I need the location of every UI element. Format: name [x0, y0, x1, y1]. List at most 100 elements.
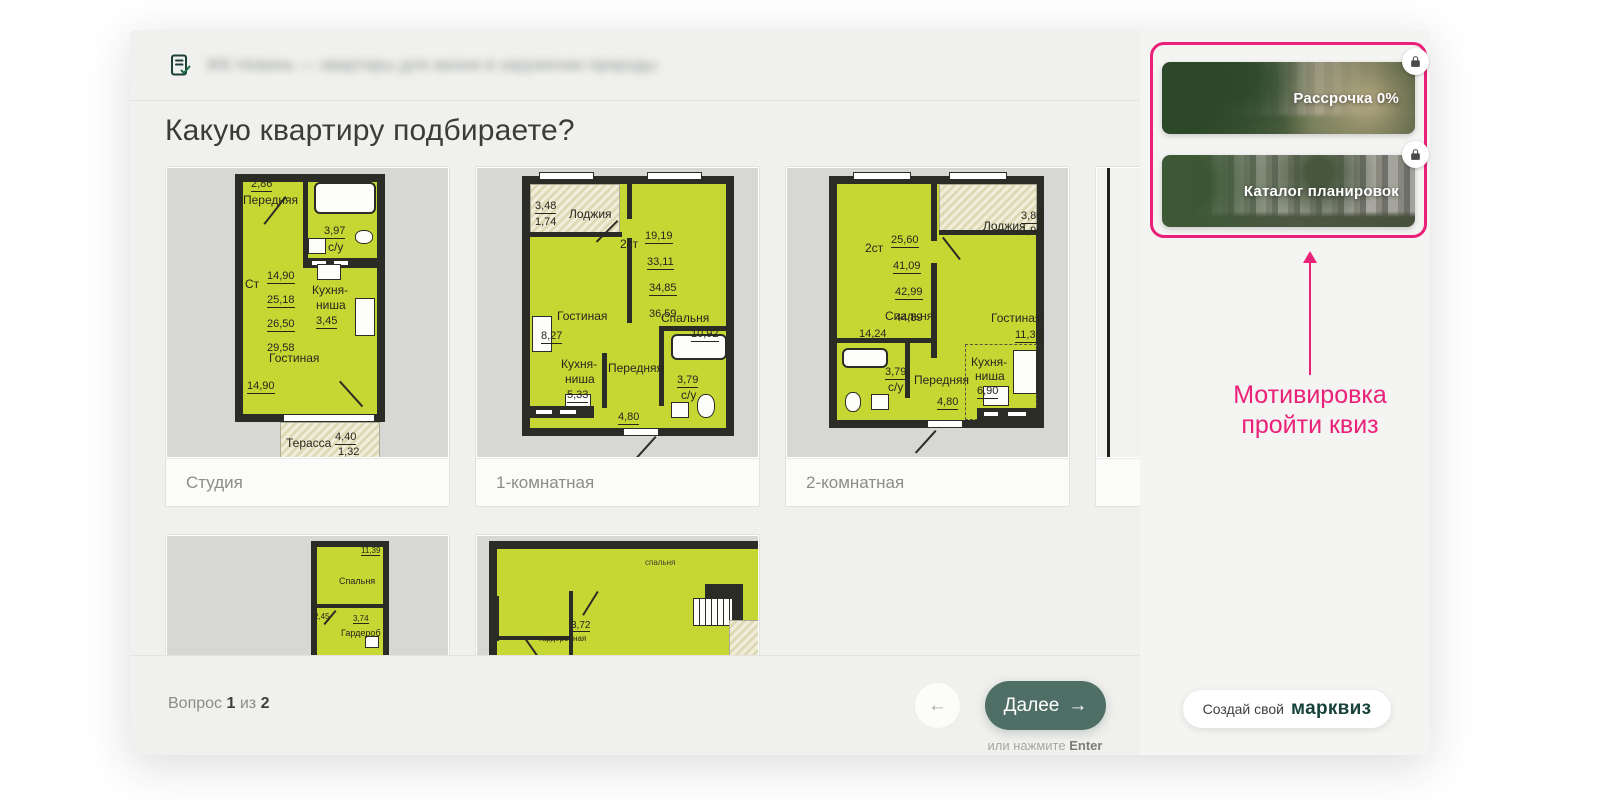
room-label: с/у: [328, 241, 343, 254]
enter-hint-text: или нажмите: [988, 738, 1066, 753]
window: [949, 172, 1007, 180]
area-value: 19,19: [645, 230, 673, 244]
room-label: Лоджия: [569, 208, 612, 221]
area-value: 11,36: [1015, 329, 1042, 343]
wall: [303, 182, 308, 230]
room-label: Передняя: [243, 194, 298, 207]
counter-middle: из: [240, 695, 256, 712]
answer-card-partial-left[interactable]: 11,39 Спальня 2,45 3,74 Гардероб: [165, 534, 450, 655]
area-value: 3,45: [316, 315, 337, 329]
cards-row-2: 11,39 Спальня 2,45 3,74 Гардероб: [165, 534, 1140, 655]
room-label: Гардероб: [341, 628, 381, 638]
answer-card-partial-right[interactable]: спальня 3,72 гардеробная: [475, 534, 760, 655]
sink-icon: [355, 230, 373, 244]
area-value: 3,79: [677, 374, 698, 388]
window: [1007, 411, 1027, 417]
wall: [489, 596, 499, 641]
window: [983, 411, 999, 417]
plan-type: Ст: [245, 278, 259, 291]
sidebar: Рассрочка 0% Каталог планировок Мотивиро…: [1140, 30, 1430, 755]
answer-cards: 2,86 Передняя 3,97 с/у Ст 14,90 25,18 26…: [165, 166, 1140, 655]
answer-label: Студия: [166, 458, 449, 506]
wall: [931, 181, 937, 241]
area-value: 2,86: [251, 178, 272, 192]
area-value: 14,90: [267, 270, 295, 284]
next-arrow-icon: →: [1068, 695, 1087, 717]
next-button[interactable]: Далее →: [985, 681, 1106, 730]
counter-total: 2: [261, 695, 270, 712]
room-label: Передняя: [608, 362, 663, 375]
floorplan-one-room: 3,48 1,74 Лоджия 2ст 19,19 33,11 34,85 3…: [477, 168, 758, 457]
area-value: 33,11: [647, 256, 674, 270]
counter-current: 1: [226, 695, 235, 712]
answer-card-studio[interactable]: 2,86 Передняя 3,97 с/у Ст 14,90 25,18 26…: [165, 166, 450, 507]
bathtub-icon: [842, 348, 888, 368]
window: [853, 172, 911, 180]
quiz-area: ЖК Новинь — квартиры для жизни в окружен…: [130, 30, 1140, 755]
area-value: 3,74: [353, 614, 369, 624]
area-value: 1,74: [535, 216, 556, 229]
room-label: ниша: [975, 370, 1005, 383]
cta-prefix: Создай свой: [1203, 701, 1284, 717]
answer-card-one-room[interactable]: 3,48 1,74 Лоджия 2ст 19,19 33,11 34,85 3…: [475, 166, 760, 507]
toilet-icon: [845, 392, 861, 412]
lock-icon: [1402, 48, 1429, 75]
washer-icon: [871, 394, 889, 410]
entry-opening: [927, 420, 963, 428]
annotation-text: Мотивировка пройти квиз: [1183, 380, 1430, 440]
room-label: ниша: [316, 299, 346, 312]
marquiz-logo-text: марквиз: [1291, 698, 1371, 720]
room-label: Терасса: [286, 437, 331, 450]
toilet-icon: [697, 394, 715, 418]
area-value: 3,79: [885, 366, 906, 380]
area-value: 11,39: [361, 546, 380, 556]
area-value: 41,09: [893, 260, 921, 274]
entry-opening: [623, 428, 659, 436]
terrace-hatch: [729, 620, 758, 655]
kitchen-sink-icon: [317, 264, 341, 280]
area-value: 6,90: [977, 385, 998, 399]
quiz-title-blurred: ЖК Новинь — квартиры для жизни в окружен…: [206, 55, 657, 75]
room-label: Спальня: [885, 310, 933, 323]
answer-card-clipped[interactable]: [1095, 166, 1140, 507]
washer-icon: [671, 402, 689, 418]
room-label: Гостиная: [991, 312, 1041, 325]
bathtub-icon: [314, 182, 376, 214]
floorplan-clipped: [1097, 168, 1140, 457]
room-label: Кухня-: [971, 356, 1007, 369]
answer-card-two-room[interactable]: 2ст 25,60 41,09 42,99 44,89 Лоджия 3,80 …: [785, 166, 1070, 507]
room-label: Кухня-: [312, 284, 348, 297]
offer-label: Каталог планировок: [1244, 183, 1399, 200]
enter-key-label: Enter: [1069, 738, 1102, 753]
wall: [627, 181, 632, 219]
area-value: 3,80: [1021, 210, 1042, 224]
area-value: 4,40: [335, 431, 356, 445]
floorplan-partial-left: 11,39 Спальня 2,45 3,74 Гардероб: [167, 536, 448, 655]
door-swing: [915, 430, 937, 454]
room-label: с/у: [681, 389, 696, 402]
question-counter: Вопрос 1 из 2: [168, 695, 269, 713]
annotation-highlight-box: Рассрочка 0% Каталог планировок: [1150, 42, 1427, 238]
annotation-line-2: пройти квиз: [1183, 410, 1430, 440]
room-label: ниша: [565, 373, 595, 386]
offer-card-catalog[interactable]: Каталог планировок: [1162, 155, 1415, 227]
window: [535, 409, 553, 415]
plan-type: 2ст: [865, 242, 883, 255]
area-value: 1,32: [338, 446, 359, 457]
back-button[interactable]: ←: [914, 682, 961, 729]
stove-icon: [1013, 350, 1037, 394]
create-marquiz-button[interactable]: Создай свой марквиз: [1183, 690, 1391, 728]
area-value: 3,72: [571, 620, 590, 632]
window: [539, 172, 594, 180]
room-label: Кухня-: [561, 358, 597, 371]
answer-label: [1096, 458, 1140, 506]
wall: [317, 604, 383, 608]
offer-card-installment[interactable]: Рассрочка 0%: [1162, 62, 1415, 134]
room-label: Лоджия: [983, 220, 1026, 233]
room-label: Гостиная: [557, 310, 607, 323]
wall: [602, 353, 607, 408]
room-label: с/у: [888, 381, 903, 394]
enter-hint: или нажмите Enter: [970, 738, 1120, 753]
area-value: 25,18: [267, 294, 295, 308]
stove-icon: [355, 298, 375, 336]
